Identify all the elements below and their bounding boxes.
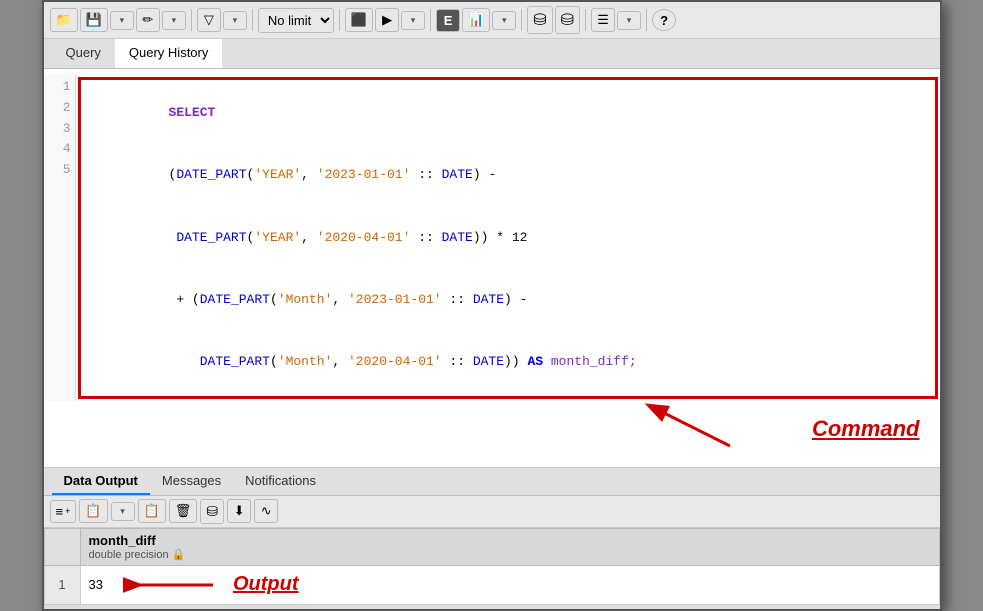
add-row-button[interactable]: ≡+ (50, 500, 77, 523)
explain-button[interactable]: E (436, 9, 460, 32)
db-connect-button[interactable]: ⛁ (200, 499, 224, 524)
tab-data-output[interactable]: Data Output (52, 468, 150, 495)
output-tabs-bar: Data Output Messages Notifications (44, 468, 940, 496)
code-editor[interactable]: 1 2 3 4 5 SELECT (DATE_PART('YEAR', '202… (44, 75, 940, 401)
output-toolbar: ≡+ 📋 ▾ 📋 🗑 ⛁ ⬇ ∿ (44, 496, 940, 528)
copy-dropdown-button[interactable]: ▾ (111, 502, 135, 521)
code-func: DATE_PART (176, 167, 246, 182)
table-row: 1 33 (44, 565, 939, 604)
stack2-button[interactable]: ⛁ (555, 6, 580, 34)
command-annotation: Command (812, 416, 920, 442)
result-cell: 33 Output (80, 565, 939, 604)
row-num-header (44, 528, 80, 565)
tab-notifications[interactable]: Notifications (233, 468, 328, 495)
filter-button[interactable]: ▽ (197, 8, 221, 32)
results-table: month_diff double precision 🔒 1 33 (44, 528, 940, 605)
toolbar-separator-3 (339, 9, 340, 31)
toolbar-separator-4 (430, 9, 431, 31)
line-numbers: 1 2 3 4 5 (44, 75, 76, 401)
list-dropdown-button[interactable]: ▾ (617, 11, 641, 30)
tab-query[interactable]: Query (52, 39, 115, 68)
toolbar-separator-7 (646, 9, 647, 31)
graph-button[interactable]: ∿ (254, 499, 278, 523)
toolbar-separator-6 (585, 9, 586, 31)
code-line-2: (DATE_PART('YEAR', '2023-01-01' :: DATE)… (91, 144, 925, 206)
col-name-month-diff: month_diff (89, 533, 931, 548)
query-tabs-bar: Query Query History (44, 39, 940, 69)
main-window: 📁 💾 ▾ ✏ ▾ ▽ ▾ No limit ⬛ ▶ ▾ E 📊 ▾ ⛁ ⛁ ☰… (42, 0, 942, 611)
code-line-3: DATE_PART('YEAR', '2020-04-01' :: DATE))… (91, 207, 925, 269)
toolbar-separator-2 (252, 9, 253, 31)
sql-editor-area: 1 2 3 4 5 SELECT (DATE_PART('YEAR', '202… (44, 69, 940, 468)
output-arrow-svg (123, 570, 223, 600)
save-button[interactable]: 💾 (80, 8, 108, 32)
delete-button[interactable]: 🗑 (169, 499, 198, 523)
table-header-row: month_diff double precision 🔒 (44, 528, 939, 565)
copy-button[interactable]: 📋 (79, 499, 107, 523)
filter-dropdown-button[interactable]: ▾ (223, 11, 247, 30)
lock-icon: 🔒 (172, 549, 186, 561)
data-output-area: month_diff double precision 🔒 1 33 (44, 528, 940, 605)
open-folder-button[interactable]: 📁 (50, 8, 78, 32)
window-bottom (44, 605, 940, 609)
col-header-month-diff: month_diff double precision 🔒 (80, 528, 939, 565)
chart-button[interactable]: 📊 (462, 8, 490, 32)
code-line-5: DATE_PART('Month', '2020-04-01' :: DATE)… (91, 332, 925, 394)
edit-dropdown-button[interactable]: ▾ (162, 11, 186, 30)
code-line-1: SELECT (91, 82, 925, 144)
paste-button[interactable]: 📋 (138, 499, 166, 523)
col-type-month-diff: double precision 🔒 (89, 548, 931, 561)
save-dropdown-button[interactable]: ▾ (110, 11, 134, 30)
keyword-select: SELECT (169, 105, 216, 120)
toolbar-separator-1 (191, 9, 192, 31)
output-annotation: Output (233, 573, 299, 596)
stack1-button[interactable]: ⛁ (527, 6, 552, 34)
no-limit-select[interactable]: No limit (258, 8, 334, 33)
tab-messages[interactable]: Messages (150, 468, 233, 495)
result-with-annotation: 33 Output (89, 570, 927, 600)
download-button[interactable]: ⬇ (227, 499, 251, 523)
row-number-cell: 1 (44, 565, 80, 604)
run-button[interactable]: ▶ (375, 8, 399, 32)
annotation-container: Command (44, 401, 940, 461)
command-arrow-svg (630, 391, 750, 451)
code-line-4: + (DATE_PART('Month', '2023-01-01' :: DA… (91, 269, 925, 331)
list-button[interactable]: ☰ (591, 8, 615, 32)
result-value: 33 (89, 577, 103, 592)
code-content[interactable]: SELECT (DATE_PART('YEAR', '2023-01-01' :… (78, 77, 938, 399)
toolbar-separator-5 (521, 9, 522, 31)
tab-query-history[interactable]: Query History (115, 39, 222, 68)
main-toolbar: 📁 💾 ▾ ✏ ▾ ▽ ▾ No limit ⬛ ▶ ▾ E 📊 ▾ ⛁ ⛁ ☰… (44, 2, 940, 39)
chart-dropdown-button[interactable]: ▾ (492, 11, 516, 30)
edit-button[interactable]: ✏ (136, 8, 160, 32)
help-button[interactable]: ? (652, 9, 676, 31)
run-dropdown-button[interactable]: ▾ (401, 11, 425, 30)
stop-button[interactable]: ⬛ (345, 8, 373, 32)
